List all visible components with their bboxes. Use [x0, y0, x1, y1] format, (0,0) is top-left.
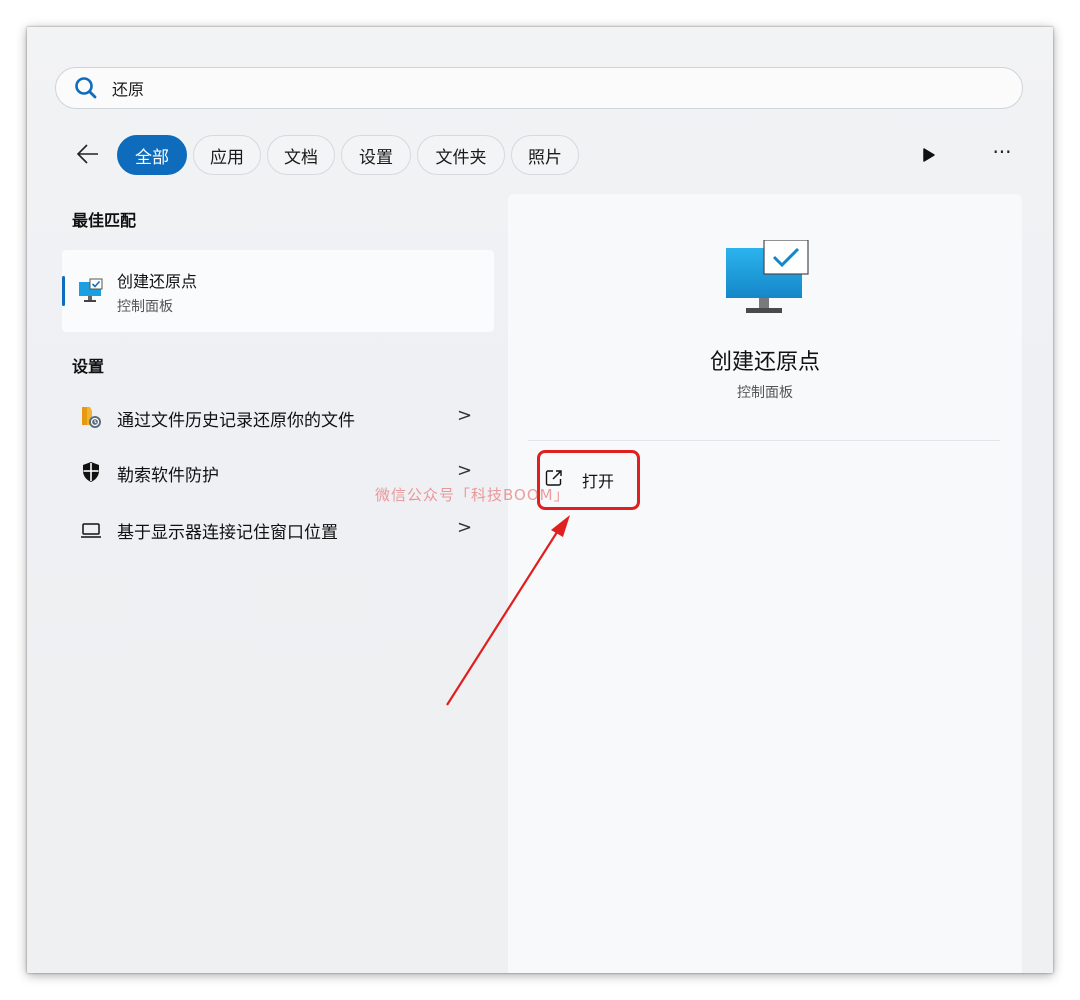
best-match-item[interactable]: 创建还原点 控制面板 [62, 250, 494, 332]
watermark: 微信公众号「科技BOOM」 [375, 486, 570, 504]
file-history-icon [79, 405, 103, 429]
chevron-right-icon: > [457, 405, 473, 426]
filter-chip-folders[interactable]: 文件夹 [417, 135, 505, 175]
filter-chip-apps[interactable]: 应用 [193, 135, 261, 175]
preview-subtitle: 控制面板 [737, 385, 793, 401]
shield-icon [79, 460, 103, 484]
play-button[interactable] [919, 145, 939, 165]
settings-item-file-history[interactable]: 通过文件历史记录还原你的文件 > [77, 400, 477, 434]
filter-chip-documents[interactable]: 文档 [267, 135, 335, 175]
best-match-title: 创建还原点 [117, 272, 198, 291]
search-window: 全部 应用 文档 设置 文件夹 照片 ··· 最佳匹配 创建还原点 控制面 [27, 27, 1053, 973]
play-icon [923, 148, 935, 162]
settings-item-window-position[interactable]: 基于显示器连接记住窗口位置 > [77, 512, 477, 546]
selection-indicator [62, 276, 65, 306]
filter-chip-all[interactable]: 全部 [117, 135, 187, 175]
divider [528, 440, 1000, 441]
monitor-check-icon [78, 278, 104, 304]
search-bar[interactable] [55, 67, 1023, 109]
settings-heading: 设置 [72, 357, 105, 376]
preview-pane: 创建还原点 控制面板 打开 [508, 194, 1022, 973]
preview-title: 创建还原点 [709, 350, 820, 375]
settings-item-label: 通过文件历史记录还原你的文件 [117, 411, 355, 431]
best-match-heading: 最佳匹配 [72, 211, 137, 230]
filter-chip-settings[interactable]: 设置 [341, 135, 411, 175]
search-icon [72, 74, 100, 102]
chevron-right-icon: > [457, 460, 473, 481]
more-button[interactable]: ··· [985, 137, 1019, 171]
settings-item-label: 勒索软件防护 [117, 466, 219, 486]
best-match-subtitle: 控制面板 [117, 299, 173, 315]
monitor-check-icon [726, 239, 810, 316]
filter-row: 全部 应用 文档 设置 文件夹 照片 ··· [67, 135, 1017, 175]
search-input[interactable] [110, 77, 914, 99]
laptop-icon [79, 517, 103, 541]
settings-item-label: 基于显示器连接记住窗口位置 [117, 523, 338, 543]
chevron-right-icon: > [457, 517, 473, 538]
more-icon: ··· [992, 140, 1012, 164]
back-arrow-icon [76, 144, 98, 164]
filter-chip-photos[interactable]: 照片 [511, 135, 579, 175]
back-button[interactable] [73, 139, 103, 169]
